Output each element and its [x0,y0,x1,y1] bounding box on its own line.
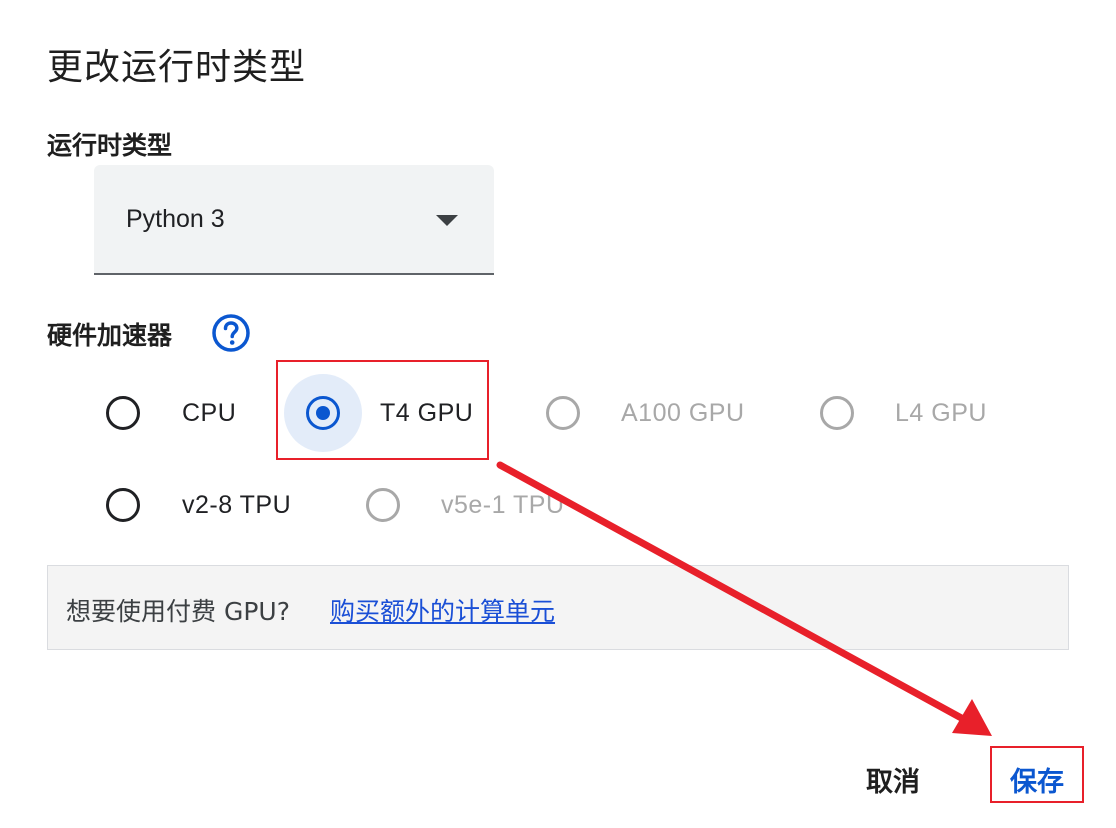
radio-button-disabled [546,396,580,430]
radio-label-cpu: CPU [182,399,237,427]
runtime-type-value: Python 3 [126,205,225,233]
radio-button [106,396,140,430]
dropdown-caret-icon [436,215,458,226]
paid-gpu-prompt: 想要使用付费 GPU? [66,597,290,626]
help-circle-icon[interactable] [211,313,251,353]
runtime-type-select[interactable]: Python 3 [94,165,494,275]
radio-label-v5e-1-tpu: v5e-1 TPU [441,491,565,519]
radio-v5e-1-tpu: v5e-1 TPU [364,475,584,535]
paid-gpu-info-box: 想要使用付费 GPU? 购买额外的计算单元 [47,565,1069,650]
cancel-button[interactable]: 取消 [866,760,920,799]
radio-button-disabled [820,396,854,430]
radio-a100-gpu: A100 GPU [544,383,764,443]
buy-compute-units-link[interactable]: 购买额外的计算单元 [330,592,555,628]
dialog-title: 更改运行时类型 [47,47,307,88]
hardware-accelerator-label: 硬件加速器 [47,321,173,350]
radio-l4-gpu: L4 GPU [818,383,998,443]
t4-gpu-highlight-box [276,360,489,460]
radio-v2-8-tpu[interactable]: v2-8 TPU [104,475,304,535]
runtime-type-label: 运行时类型 [47,131,173,160]
radio-cpu[interactable]: CPU [104,383,254,443]
radio-button-disabled [366,488,400,522]
radio-label-l4-gpu: L4 GPU [895,399,987,427]
radio-label-v2-8-tpu: v2-8 TPU [182,491,292,519]
radio-button [106,488,140,522]
save-highlight-box [990,746,1084,803]
radio-label-a100-gpu: A100 GPU [621,399,745,427]
change-runtime-dialog: 更改运行时类型 运行时类型 Python 3 硬件加速器 CPU T4 GPU … [0,0,1116,828]
